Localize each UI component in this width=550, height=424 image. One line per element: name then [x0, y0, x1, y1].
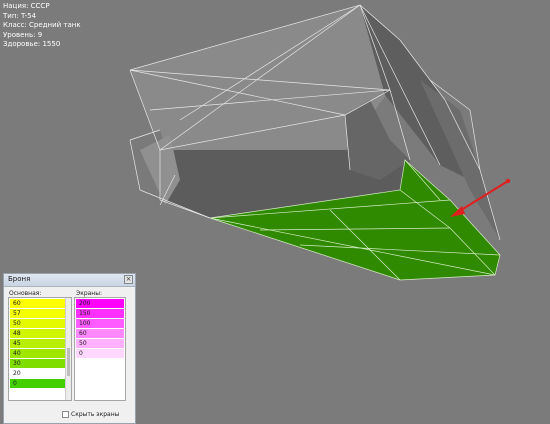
- base-armor-item[interactable]: 40: [10, 349, 65, 358]
- base-armor-item[interactable]: 30: [10, 359, 65, 368]
- screen-armor-item[interactable]: 0: [76, 349, 124, 358]
- base-armor-scrollbar[interactable]: [65, 298, 71, 400]
- hide-screens-checkbox[interactable]: [62, 411, 69, 418]
- base-armor-header: Основная:: [9, 290, 42, 297]
- scrollbar-thumb[interactable]: [67, 348, 70, 376]
- hide-screens-label: Скрыть экраны: [71, 411, 120, 418]
- base-armor-item[interactable]: 57: [10, 309, 65, 318]
- screen-armor-item[interactable]: 100: [76, 319, 124, 328]
- level-text: Уровень: 9: [3, 30, 43, 39]
- class-text: Класс: Средний танк: [3, 21, 81, 29]
- base-armor-item[interactable]: 20: [10, 369, 65, 378]
- nation-text: Нация: СССР: [3, 2, 50, 10]
- screen-armor-item[interactable]: 150: [76, 309, 124, 318]
- type-text: Тип: T-54: [3, 11, 37, 20]
- health-text: Здоровье: 1550: [3, 40, 61, 48]
- armor-panel: Броня × Основная: Экраны: 60 57 50 48 45 40 30…: [3, 273, 136, 424]
- base-armor-item[interactable]: 50: [10, 319, 65, 328]
- screen-armor-item[interactable]: 50: [76, 339, 124, 348]
- screens-header: Экраны:: [76, 290, 102, 297]
- close-button[interactable]: ×: [124, 275, 133, 284]
- base-armor-item[interactable]: 0: [10, 379, 65, 388]
- panel-title: Броня: [8, 275, 31, 283]
- base-armor-item[interactable]: 45: [10, 339, 65, 348]
- base-armor-item[interactable]: 60: [10, 299, 65, 308]
- screens-list[interactable]: 200 150 100 60 50 0: [74, 297, 126, 401]
- tank-info: Нация: СССР Тип: T-54 Класс: Средний тан…: [3, 2, 81, 50]
- panel-titlebar[interactable]: Броня ×: [4, 274, 135, 287]
- base-armor-list[interactable]: 60 57 50 48 45 40 30 20 0: [8, 297, 72, 401]
- screen-armor-item[interactable]: 200: [76, 299, 124, 308]
- base-armor-item[interactable]: 48: [10, 329, 65, 338]
- screen-armor-item[interactable]: 60: [76, 329, 124, 338]
